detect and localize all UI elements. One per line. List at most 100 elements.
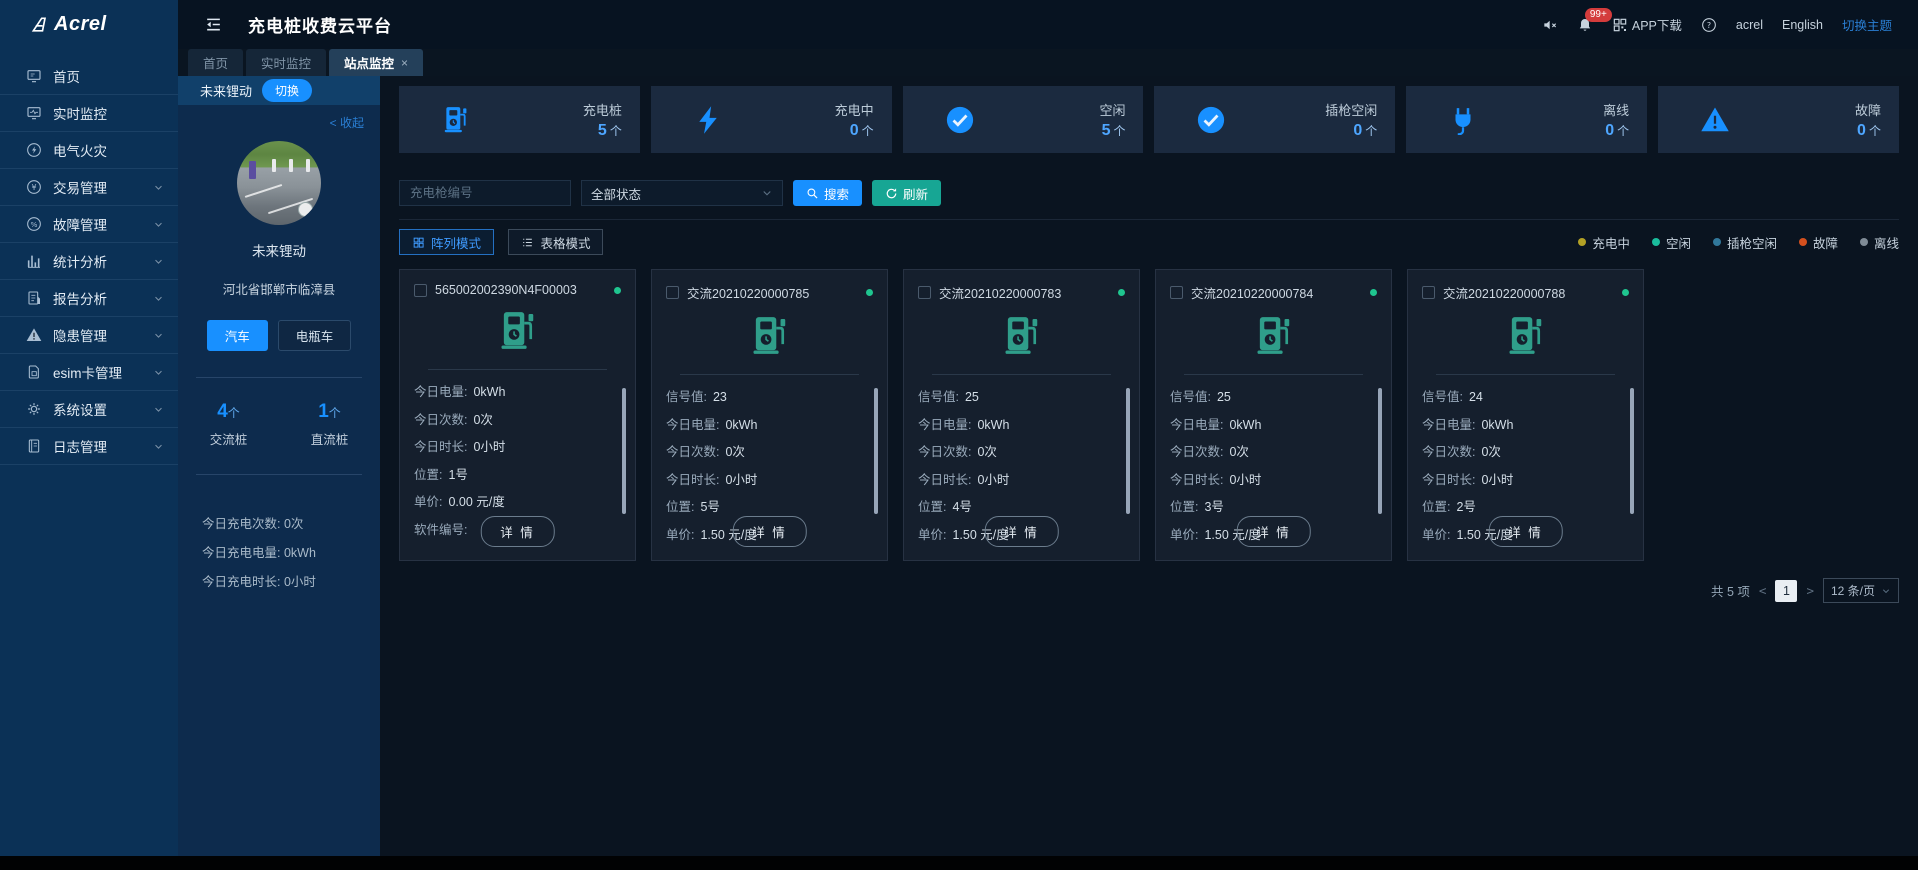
current-page[interactable]: 1 — [1775, 580, 1797, 602]
vehicle-type-button[interactable]: 汽车 — [207, 320, 268, 351]
vehicle-type-toggle: 汽车 电瓶车 — [178, 320, 380, 351]
today-stat-row: 今日充电次数: 0次 — [202, 510, 380, 539]
card-scrollbar[interactable] — [1378, 388, 1382, 514]
charger-checkbox[interactable] — [666, 286, 679, 299]
gun-number-input[interactable] — [399, 180, 571, 206]
detail-button[interactable]: 详 情 — [1236, 516, 1310, 547]
language-switch[interactable]: English — [1782, 18, 1823, 32]
app-download-label: APP下载 — [1632, 15, 1682, 34]
sidebar-item-transactions[interactable]: 交易管理 — [0, 169, 178, 206]
switch-station-button[interactable]: 切换 — [262, 79, 312, 102]
pct-icon — [26, 216, 42, 232]
sidebar-item-reports[interactable]: 报告分析 — [0, 280, 178, 317]
legend-dot — [1713, 238, 1721, 246]
charger-checkbox[interactable] — [1422, 286, 1435, 299]
mute-speaker-icon[interactable] — [1542, 17, 1558, 33]
page-size-select[interactable]: 12 条/页 — [1823, 578, 1899, 603]
charger-field-row: 今日电量:0kWh — [1422, 412, 1629, 440]
chevron-down-icon — [153, 330, 164, 341]
chevron-down-icon — [153, 182, 164, 193]
card-scrollbar[interactable] — [874, 388, 878, 514]
sidebar: Acrel 首页 实时监控 电气火灾 交易管理 故障管理 — [0, 0, 178, 856]
prev-page-button[interactable]: < — [1759, 583, 1767, 598]
detail-button[interactable]: 详 情 — [984, 516, 1058, 547]
app-window: Acrel 首页 实时监控 电气火灾 交易管理 故障管理 — [0, 0, 1918, 856]
sidebar-item-label: 报告分析 — [53, 288, 107, 308]
charger-id: 交流20210220000783 — [939, 283, 1061, 302]
monitor-icon — [26, 68, 42, 84]
log-icon — [26, 438, 42, 454]
header-actions: 99+ APP下载 acrel English 切换主题 — [1542, 15, 1892, 34]
vehicle-type-button[interactable]: 电瓶车 — [278, 320, 352, 351]
sidebar-item-electric-fire[interactable]: 电气火灾 — [0, 132, 178, 169]
sidebar-item-hazards[interactable]: 隐患管理 — [0, 317, 178, 354]
charger-field-row: 软件编号: — [918, 549, 1125, 554]
fire-icon — [26, 142, 42, 158]
status-legend: 充电中 空闲 插枪空闲 故障 — [1578, 233, 1899, 252]
stat-card: 故障 0个 — [1658, 86, 1899, 153]
theme-switch-link[interactable]: 切换主题 — [1842, 15, 1892, 34]
username[interactable]: acrel — [1736, 18, 1763, 32]
collapse-sidebar-icon[interactable] — [204, 15, 223, 34]
list-icon — [521, 236, 534, 249]
sidebar-item-statistics[interactable]: 统计分析 — [0, 243, 178, 280]
card-scrollbar[interactable] — [622, 388, 626, 514]
view-mode-table[interactable]: 表格模式 — [508, 229, 603, 255]
station-panel: 未来锂动 切换 < 收起 未来锂动 河北省邯郸市临漳县 汽车 — [178, 76, 380, 856]
photo-360-badge[interactable] — [298, 202, 313, 217]
chevron-down-icon — [153, 404, 164, 415]
sidebar-item-label: esim卡管理 — [53, 362, 122, 382]
sidebar-item-logs[interactable]: 日志管理 — [0, 428, 178, 465]
charger-field-row: 今日电量:0kWh — [918, 412, 1125, 440]
card-scrollbar[interactable] — [1630, 388, 1634, 514]
refresh-button[interactable]: 刷新 — [872, 180, 941, 206]
tab-station-monitor[interactable]: 站点监控 × — [329, 49, 423, 76]
notifications-button[interactable]: 99+ — [1577, 17, 1593, 33]
tab-bar: 首页 实时监控 站点监控 × — [178, 49, 1918, 76]
tab-home[interactable]: 首页 — [188, 49, 243, 76]
charger-field-row: 今日次数:0次 — [918, 439, 1125, 467]
sidebar-item-label: 实时监控 — [53, 103, 107, 123]
detail-button[interactable]: 详 情 — [1488, 516, 1562, 547]
legend-item: 离线 — [1860, 233, 1899, 252]
detail-button[interactable]: 详 情 — [480, 516, 554, 547]
charger-checkbox[interactable] — [1170, 286, 1183, 299]
photo-pillar — [249, 161, 256, 179]
sidebar-item-label: 故障管理 — [53, 214, 107, 234]
tab-realtime-monitor[interactable]: 实时监控 — [246, 49, 326, 76]
charger-checkbox[interactable] — [918, 286, 931, 299]
status-select[interactable]: 全部状态 — [581, 180, 783, 206]
card-scrollbar[interactable] — [1126, 388, 1130, 514]
filter-row: 全部状态 搜索 刷新 — [399, 180, 1899, 220]
refresh-icon — [885, 187, 898, 200]
stat-label: 充电桩 — [583, 100, 622, 119]
charger-field-row: 软件编号: — [1422, 549, 1629, 554]
charger-field-row: 今日次数:0次 — [414, 407, 621, 435]
sidebar-item-faults[interactable]: 故障管理 — [0, 206, 178, 243]
view-mode-grid[interactable]: 阵列模式 — [399, 229, 494, 255]
sidebar-item-label: 交易管理 — [53, 177, 107, 197]
stat-value: 0个 — [1855, 122, 1881, 140]
charger-card: 565002002390N4F00003 今日电量:0kWh 今日次数:0次 — [399, 269, 636, 561]
help-icon[interactable] — [1701, 17, 1717, 33]
search-button[interactable]: 搜索 — [793, 180, 862, 206]
sidebar-item-settings[interactable]: 系统设置 — [0, 391, 178, 428]
next-page-button[interactable]: > — [1806, 583, 1814, 598]
sidebar-item-label: 隐患管理 — [53, 325, 107, 345]
app-download-button[interactable]: APP下载 — [1612, 15, 1682, 34]
sidebar-item-esim[interactable]: esim卡管理 — [0, 354, 178, 391]
sidebar-item-home[interactable]: 首页 — [0, 58, 178, 95]
station-photo — [237, 141, 321, 225]
charger-checkbox[interactable] — [414, 284, 427, 297]
legend-label: 插枪空闲 — [1727, 233, 1777, 252]
collapse-panel-link[interactable]: < 收起 — [178, 105, 380, 131]
tab-close-icon[interactable]: × — [401, 56, 408, 70]
status-dot — [1370, 289, 1377, 296]
warn-icon — [1700, 105, 1730, 135]
stat-label: 插枪空闲 — [1325, 100, 1377, 119]
sidebar-item-realtime[interactable]: 实时监控 — [0, 95, 178, 132]
charger-field-row: 软件编号: — [1170, 549, 1377, 554]
charging-pile-icon — [1252, 313, 1296, 359]
detail-button[interactable]: 详 情 — [732, 516, 806, 547]
chevron-down-icon — [153, 367, 164, 378]
